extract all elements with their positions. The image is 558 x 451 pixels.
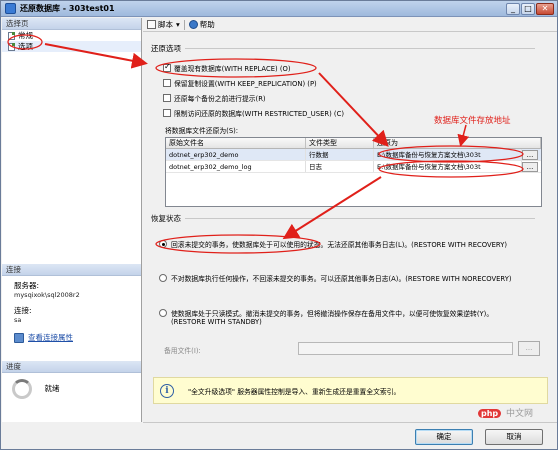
minimize-button[interactable]: _ xyxy=(506,3,520,15)
option-restricted-user[interactable]: 限制访问还原的数据库(WITH RESTRICTED_USER) (C) xyxy=(163,108,344,118)
page-item-general[interactable]: 常规 xyxy=(2,30,141,41)
option-restore-with-norecovery[interactable]: 不对数据库执行任何操作，不回滚未提交的事务。可以还原其他事务日志(A)。(RES… xyxy=(159,273,512,283)
watermark: php 中文网 xyxy=(478,406,533,419)
checkbox-keep-replication[interactable] xyxy=(163,79,171,87)
option-label: 覆盖现有数据库(WITH REPLACE) (O) xyxy=(174,65,291,73)
option-restore-with-recovery[interactable]: 回滚未提交的事务，使数据库处于可以使用的状态。无法还原其他事务日志(L)。(RE… xyxy=(159,239,507,249)
watermark-logo: php xyxy=(478,409,502,418)
table-header: 原始文件名 文件类型 还原为 xyxy=(166,138,541,149)
progress-header: 进度 xyxy=(2,361,141,373)
option-prompt-before-restore[interactable]: 还原每个备份之前进行提示(R) xyxy=(163,93,266,103)
radio-with-recovery[interactable] xyxy=(159,240,167,248)
standby-label-line2: (RESTORE WITH STANDBY) xyxy=(171,318,262,326)
cell-file-name: dotnet_erp302_demo xyxy=(166,149,306,160)
radio-with-norecovery[interactable] xyxy=(159,274,167,282)
annotation-label: 数据库文件存放地址 xyxy=(434,116,511,126)
recovery-state-title: 恢复状态 xyxy=(151,214,181,223)
view-connection-properties-link[interactable]: 查看连接属性 xyxy=(28,332,73,343)
column-original-file[interactable]: 原始文件名 xyxy=(166,138,306,148)
standby-label-line1: 使数据库处于只读模式。撤消未提交的事务，但将撤消操作保存在备用文件中，以便可使恢… xyxy=(171,310,494,318)
help-icon xyxy=(188,20,198,29)
cell-file-type: 行数据 xyxy=(306,149,374,160)
restore-database-dialog: 还原数据库 - 303test01 _ □ ✕ 选择页 常规 选项 连接 服务器… xyxy=(0,0,558,450)
help-label: 帮助 xyxy=(199,20,215,29)
cell-restore-path[interactable]: E:\数据库备份与恢复方案文档\303t xyxy=(374,149,522,160)
column-file-type[interactable]: 文件类型 xyxy=(306,138,374,148)
left-pane: 选择页 常规 选项 连接 服务器: mysqixok\sql2008r2 连接:… xyxy=(2,18,142,422)
option-label: 不对数据库执行任何操作，不回滚未提交的事务。可以还原其他事务日志(A)。(RES… xyxy=(171,275,512,283)
cell-restore-path[interactable]: E:\数据库备份与恢复方案文档\303t xyxy=(374,161,522,172)
option-label: 回滚未提交的事务，使数据库处于可以使用的状态。无法还原其他事务日志(L)。(RE… xyxy=(171,241,508,249)
page-item-options[interactable]: 选项 xyxy=(2,41,141,52)
server-value: mysqixok\sql2008r2 xyxy=(14,291,80,299)
checkbox-with-replace[interactable] xyxy=(163,62,171,72)
toolbar-separator xyxy=(183,19,185,30)
checkbox-restricted-user[interactable] xyxy=(163,109,171,117)
toolbar: 脚本 ▾ 帮助 xyxy=(143,18,557,32)
progress-section: 进度 就绪 xyxy=(2,361,141,399)
standby-file-label: 备用文件(I): xyxy=(164,347,201,355)
browse-button[interactable]: ... xyxy=(522,150,538,160)
column-restore-as[interactable]: 还原为 xyxy=(374,138,541,148)
connection-value: sa xyxy=(14,316,22,324)
info-icon: i xyxy=(160,383,174,398)
watermark-text: 中文网 xyxy=(506,409,534,419)
option-label: 使数据库处于只读模式。撤消未提交的事务，但将撤消操作保存在备用文件中，以便可使恢… xyxy=(171,308,493,326)
radio-with-standby[interactable] xyxy=(159,309,167,317)
restore-as-label: 将数据库文件还原为(S): xyxy=(165,127,239,135)
option-with-replace[interactable]: 覆盖现有数据库(WITH REPLACE) (O) xyxy=(163,62,291,73)
connection-section: 连接 服务器: mysqixok\sql2008r2 连接: sa 查看连接属性 xyxy=(2,264,141,343)
database-icon xyxy=(5,3,16,14)
maximize-button[interactable]: □ xyxy=(521,3,535,15)
progress-spinner-icon xyxy=(12,379,32,399)
script-icon xyxy=(147,20,156,29)
restore-files-table: 原始文件名 文件类型 还原为 dotnet_erp302_demo 行数据 E:… xyxy=(165,137,542,207)
standby-browse-button[interactable]: ... xyxy=(518,341,540,356)
cell-file-type: 日志 xyxy=(306,161,374,172)
cancel-button[interactable]: 取消 xyxy=(485,429,543,445)
restore-options-header: 还原选项 xyxy=(151,43,535,54)
help-button[interactable]: 帮助 xyxy=(188,19,215,30)
divider xyxy=(185,218,535,219)
restore-options-title: 还原选项 xyxy=(151,44,181,53)
checkbox-prompt-before-restore[interactable] xyxy=(163,94,171,102)
page-icon xyxy=(8,31,15,40)
standby-file-input[interactable] xyxy=(298,342,513,355)
option-label: 还原每个备份之前进行提示(R) xyxy=(174,95,266,103)
properties-icon xyxy=(14,332,24,343)
server-label: 服务器: xyxy=(14,281,40,290)
info-bar: i "全文升级选项" 服务器属性控制是导入、重新生成还是重置全文索引。 xyxy=(153,377,548,404)
cell-file-name: dotnet_erp302_demo_log xyxy=(166,161,306,172)
dialog-footer: 确定 取消 xyxy=(143,422,557,449)
page-item-label: 常规 xyxy=(18,31,33,40)
option-restore-with-standby[interactable]: 使数据库处于只读模式。撤消未提交的事务，但将撤消操作保存在备用文件中，以便可使恢… xyxy=(159,308,493,326)
view-connection-properties[interactable]: 查看连接属性 xyxy=(2,332,141,343)
chevron-down-icon: ▾ xyxy=(176,20,180,29)
window-title: 还原数据库 - 303test01 xyxy=(20,4,115,13)
recovery-state-header: 恢复状态 xyxy=(151,213,535,224)
page-item-label: 选项 xyxy=(18,42,33,51)
connection-label: 连接: xyxy=(14,306,32,315)
info-text: "全文升级选项" 服务器属性控制是导入、重新生成还是重置全文索引。 xyxy=(188,387,401,396)
close-button[interactable]: ✕ xyxy=(536,3,554,15)
script-label: 脚本 xyxy=(158,20,173,29)
option-keep-replication[interactable]: 保留复制设置(WITH KEEP_REPLICATION) (P) xyxy=(163,78,317,88)
ok-button[interactable]: 确定 xyxy=(415,429,473,445)
option-label: 保留复制设置(WITH KEEP_REPLICATION) (P) xyxy=(174,80,317,88)
title-bar: 还原数据库 - 303test01 _ □ ✕ xyxy=(1,1,557,17)
select-page-header: 选择页 xyxy=(2,18,141,30)
table-row[interactable]: dotnet_erp302_demo 行数据 E:\数据库备份与恢复方案文档\3… xyxy=(166,149,541,161)
browse-button[interactable]: ... xyxy=(522,162,538,172)
divider xyxy=(185,48,535,49)
page-icon xyxy=(8,42,15,51)
script-button[interactable]: 脚本 ▾ xyxy=(147,19,180,30)
table-row[interactable]: dotnet_erp302_demo_log 日志 E:\数据库备份与恢复方案文… xyxy=(166,161,541,173)
connection-header: 连接 xyxy=(2,264,141,276)
progress-status: 就绪 xyxy=(44,384,60,393)
option-label: 限制访问还原的数据库(WITH RESTRICTED_USER) (C) xyxy=(174,110,344,118)
